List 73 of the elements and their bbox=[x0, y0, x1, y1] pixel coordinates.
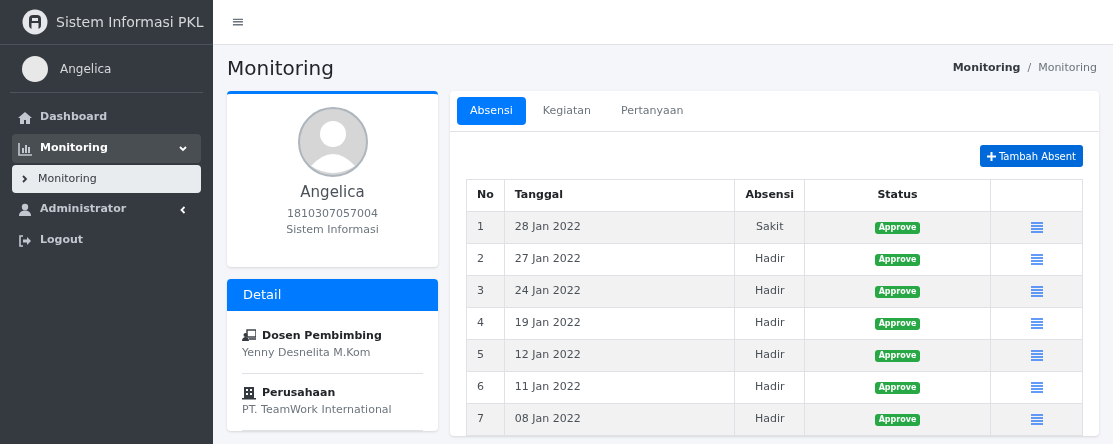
avatar bbox=[22, 55, 48, 82]
detail-label: Dosen Pembimbing bbox=[262, 327, 382, 344]
table-cell: 3 bbox=[466, 275, 505, 308]
list-icon[interactable] bbox=[1030, 253, 1043, 265]
table-cell: 4 bbox=[466, 307, 505, 340]
menu-icon[interactable]: ≡ bbox=[231, 10, 245, 34]
table-cell: 12 Jan 2022 bbox=[504, 339, 735, 372]
breadcrumb-item: Monitoring bbox=[1038, 59, 1097, 76]
table-cell: 08 Jan 2022 bbox=[504, 403, 735, 436]
table-cell: Hadir bbox=[734, 339, 805, 372]
chart-icon bbox=[18, 141, 32, 156]
profile-name: Angelica bbox=[300, 182, 365, 203]
building-icon bbox=[242, 385, 256, 400]
chevron-right-icon bbox=[22, 175, 28, 183]
table-cell: 6 bbox=[466, 371, 505, 404]
list-icon[interactable] bbox=[1030, 317, 1043, 329]
list-icon[interactable] bbox=[1030, 221, 1043, 233]
table-cell: 7 bbox=[466, 403, 505, 436]
list-icon[interactable] bbox=[1030, 381, 1043, 393]
logout-icon bbox=[18, 233, 32, 248]
table-cell: 2 bbox=[466, 243, 505, 276]
page-title: Monitoring bbox=[227, 55, 334, 82]
sidebar-item[interactable]: Logout bbox=[12, 226, 201, 255]
status-badge: Approve bbox=[874, 382, 921, 395]
status-badge: Approve bbox=[874, 318, 921, 331]
profile-program: Sistem Informasi bbox=[286, 222, 379, 238]
table-cell: Hadir bbox=[734, 403, 805, 436]
plus-icon bbox=[986, 151, 996, 161]
sidebar-item[interactable]: Administrator bbox=[12, 195, 201, 224]
detail-header: Detail bbox=[227, 278, 438, 311]
table-cell: 1 bbox=[466, 211, 505, 244]
table-cell: 5 bbox=[466, 339, 505, 372]
breadcrumb-item[interactable]: Monitoring bbox=[952, 59, 1021, 77]
brand-title[interactable]: Sistem Informasi PKL bbox=[56, 11, 204, 33]
column-header: Absensi bbox=[734, 179, 805, 212]
table-cell: 24 Jan 2022 bbox=[504, 275, 735, 308]
column-header: Tanggal bbox=[504, 179, 735, 212]
table-cell: 28 Jan 2022 bbox=[504, 211, 735, 244]
list-icon[interactable] bbox=[1030, 285, 1043, 297]
table-cell: 11 Jan 2022 bbox=[504, 371, 735, 404]
detail-label: Perusahaan bbox=[262, 384, 336, 401]
sidebar-item[interactable]: Monitoring bbox=[12, 134, 201, 163]
add-button[interactable]: Tambah Absent bbox=[979, 145, 1083, 167]
detail-value: Yenny Desnelita M.Kom bbox=[242, 345, 372, 361]
table-cell: Sakit bbox=[734, 211, 805, 244]
list-icon[interactable] bbox=[1030, 413, 1043, 425]
table-cell: 27 Jan 2022 bbox=[504, 243, 735, 276]
sidebar-subitem[interactable]: Monitoring bbox=[12, 165, 201, 193]
user-name[interactable]: Angelica bbox=[60, 59, 112, 78]
tab[interactable]: Pertanyaan bbox=[608, 97, 697, 125]
column-header: No bbox=[466, 179, 505, 212]
teacher-icon bbox=[242, 328, 256, 343]
sidebar-item[interactable]: Dashboard bbox=[12, 103, 201, 132]
table-cell: 19 Jan 2022 bbox=[504, 307, 735, 340]
status-badge: Approve bbox=[874, 414, 921, 427]
tab[interactable]: Kegiatan bbox=[529, 97, 604, 125]
logo-icon bbox=[22, 9, 48, 35]
user-icon bbox=[18, 202, 32, 217]
list-icon[interactable] bbox=[1030, 349, 1043, 361]
table-cell: Hadir bbox=[734, 307, 805, 340]
status-badge: Approve bbox=[874, 254, 921, 267]
status-badge: Approve bbox=[874, 222, 921, 235]
status-badge: Approve bbox=[874, 350, 921, 363]
table-cell: Hadir bbox=[734, 243, 805, 276]
tab[interactable]: Absensi bbox=[457, 97, 526, 125]
table-cell: Hadir bbox=[734, 371, 805, 404]
home-icon bbox=[18, 110, 32, 125]
column-header: Status bbox=[804, 179, 991, 212]
profile-id: 1810307057004 bbox=[287, 205, 378, 222]
table-cell: Hadir bbox=[734, 275, 805, 308]
status-badge: Approve bbox=[874, 286, 921, 299]
breadcrumb-separator: / bbox=[1026, 59, 1033, 76]
detail-value: PT. TeamWork International bbox=[242, 402, 393, 418]
